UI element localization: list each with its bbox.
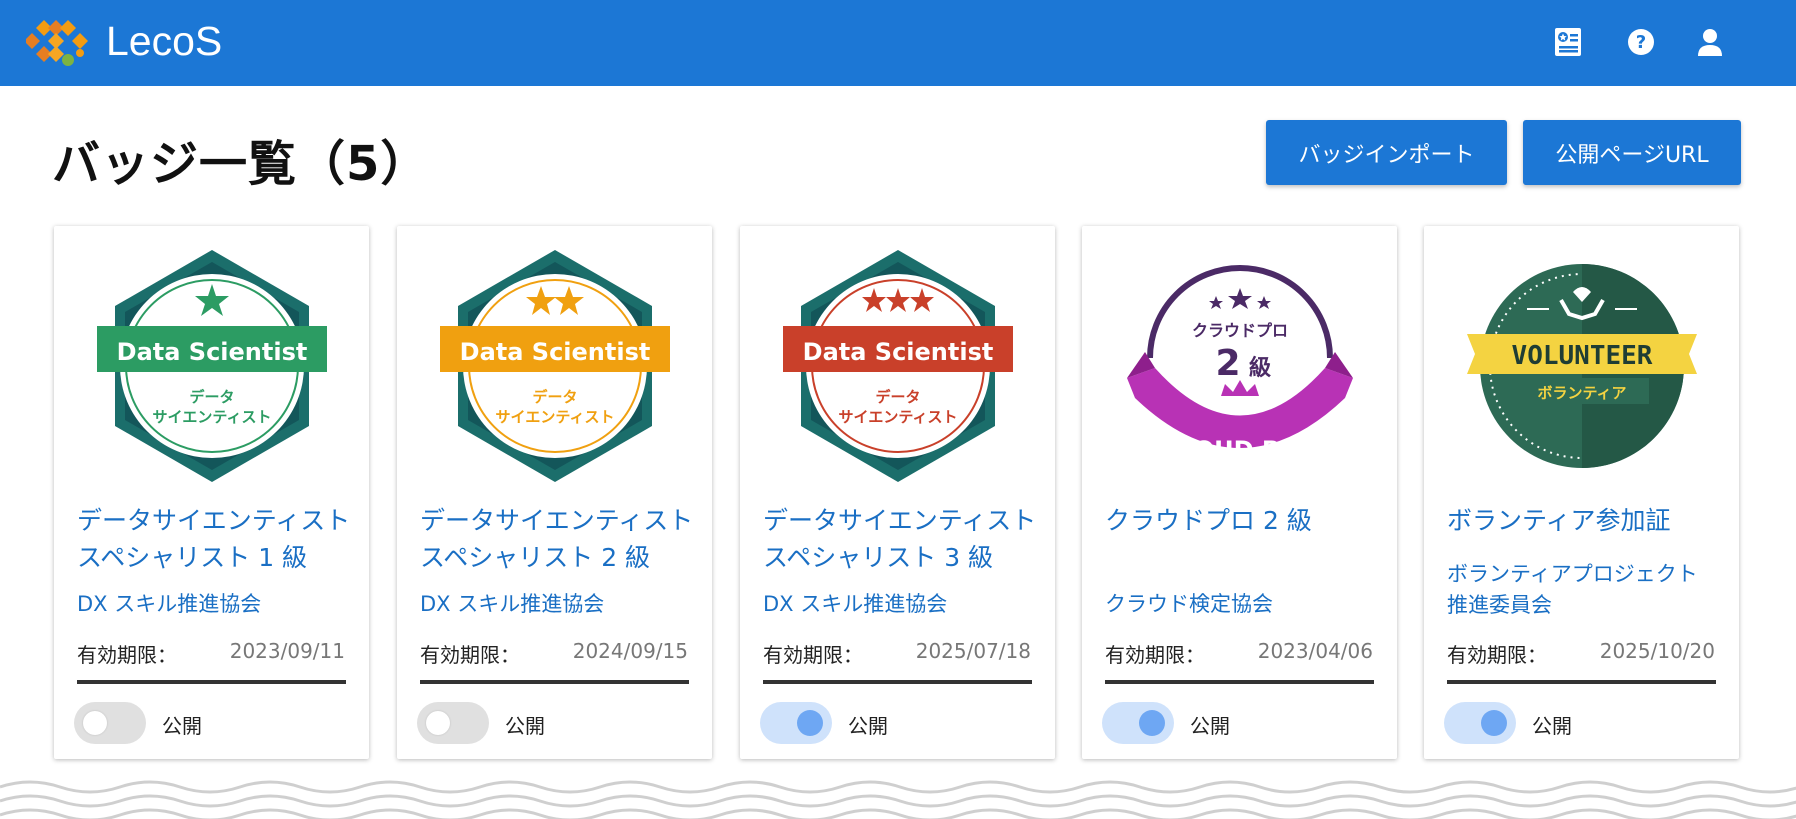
svg-text:データ: データ (189, 388, 234, 406)
public-toggle-label: 公開 (505, 714, 545, 738)
expiry-label: 有効期限： (420, 643, 520, 667)
decorative-wave (0, 780, 1796, 819)
svg-text:級: 級 (1248, 355, 1270, 381)
toggle-knob (797, 710, 823, 736)
badge-card[interactable]: Data Scientist データ サイエンティスト データサイエンティスト … (54, 226, 369, 759)
svg-text:サイエンティスト: サイエンティスト (152, 408, 271, 426)
badge-issuer[interactable]: クラウド検定協会 (1105, 589, 1385, 620)
public-toggle[interactable] (760, 702, 832, 744)
divider (1105, 680, 1374, 684)
expiry-date: 2024/09/15 (572, 639, 688, 663)
expiry-label: 有効期限： (763, 643, 863, 667)
page-title: バッジ一覧（5） (52, 136, 430, 192)
public-page-url-button[interactable]: 公開ページURL (1523, 120, 1741, 185)
user-icon[interactable] (1692, 24, 1728, 60)
expiry-label: 有効期限： (1105, 643, 1205, 667)
badge-title[interactable]: データサイエンティスト スペシャリスト 3 級 (763, 502, 1043, 576)
svg-text:Data Scientist: Data Scientist (459, 338, 650, 366)
badge-title[interactable]: データサイエンティスト スペシャリスト 1 級 (77, 502, 357, 576)
svg-text:?: ? (1636, 32, 1646, 53)
svg-text:データ: データ (875, 388, 920, 406)
svg-text:ボランティア: ボランティア (1537, 384, 1626, 402)
svg-text:データ: データ (532, 388, 577, 406)
expiry-label: 有効期限： (77, 643, 177, 667)
badge-card[interactable]: Data Scientist データ サイエンティスト データサイエンティスト … (740, 226, 1055, 759)
svg-text:クラウドプロ: クラウドプロ (1191, 321, 1287, 340)
badge-title[interactable]: クラウドプロ 2 級 (1105, 502, 1385, 539)
badge-book-icon[interactable] (1550, 24, 1586, 60)
public-toggle[interactable] (74, 702, 146, 744)
public-toggle-label: 公開 (1190, 714, 1230, 738)
data-scientist-badge-image[interactable]: Data Scientist データ サイエンティスト (773, 248, 1023, 488)
badge-title[interactable]: ボランティア参加証 (1447, 502, 1727, 539)
app-name: LecoS (106, 18, 223, 64)
cloud-pro-badge-image[interactable]: クラウドプロ 2 級 CLOUD PRO (1115, 248, 1365, 488)
toggle-knob (1139, 710, 1165, 736)
badge-issuer[interactable]: DX スキル推進協会 (763, 589, 1043, 620)
public-toggle[interactable] (1102, 702, 1174, 744)
divider (1447, 680, 1716, 684)
public-toggle[interactable] (417, 702, 489, 744)
expiry-date: 2023/09/11 (229, 639, 345, 663)
divider (77, 680, 346, 684)
badge-issuer[interactable]: DX スキル推進協会 (77, 589, 357, 620)
svg-text:2: 2 (1215, 343, 1240, 384)
toggle-knob (83, 711, 107, 735)
toggle-knob (426, 711, 450, 735)
badge-title[interactable]: データサイエンティスト スペシャリスト 2 級 (420, 502, 700, 576)
badge-card[interactable]: VOLUNTEER ボランティア ボランティア参加証 ボランティアプロジェクト … (1424, 226, 1739, 759)
svg-text:Data Scientist: Data Scientist (802, 338, 993, 366)
divider (420, 680, 689, 684)
badge-card[interactable]: Data Scientist データ サイエンティスト データサイエンティスト … (397, 226, 712, 759)
svg-text:VOLUNTEER: VOLUNTEER (1511, 341, 1652, 371)
expiry-date: 2023/04/06 (1257, 639, 1373, 663)
help-icon[interactable]: ? (1623, 24, 1659, 60)
expiry-date: 2025/07/18 (915, 639, 1031, 663)
public-toggle-label: 公開 (848, 714, 888, 738)
public-toggle-label: 公開 (162, 714, 202, 738)
public-toggle-label: 公開 (1532, 714, 1572, 738)
svg-text:Data Scientist: Data Scientist (116, 338, 307, 366)
public-toggle[interactable] (1444, 702, 1516, 744)
top-app-bar: LecoS ? (0, 0, 1796, 86)
badge-issuer[interactable]: DX スキル推進協会 (420, 589, 700, 620)
data-scientist-badge-image[interactable]: Data Scientist データ サイエンティスト (87, 248, 337, 488)
badge-import-button[interactable]: バッジインポート (1266, 120, 1507, 185)
badge-card[interactable]: クラウドプロ 2 級 CLOUD PRO クラウドプロ 2 級 クラウド検定協会… (1082, 226, 1397, 759)
lecos-logo-icon[interactable] (26, 16, 96, 70)
divider (763, 680, 1032, 684)
expiry-date: 2025/10/20 (1599, 639, 1715, 663)
toggle-knob (1481, 710, 1507, 736)
svg-text:CLOUD PRO: CLOUD PRO (1161, 436, 1318, 464)
svg-text:サイエンティスト: サイエンティスト (495, 408, 614, 426)
expiry-label: 有効期限： (1447, 643, 1547, 667)
volunteer-badge-image[interactable]: VOLUNTEER ボランティア (1457, 248, 1707, 488)
svg-text:サイエンティスト: サイエンティスト (838, 408, 957, 426)
data-scientist-badge-image[interactable]: Data Scientist データ サイエンティスト (430, 248, 680, 488)
badge-issuer[interactable]: ボランティアプロジェクト 推進委員会 (1447, 559, 1727, 621)
